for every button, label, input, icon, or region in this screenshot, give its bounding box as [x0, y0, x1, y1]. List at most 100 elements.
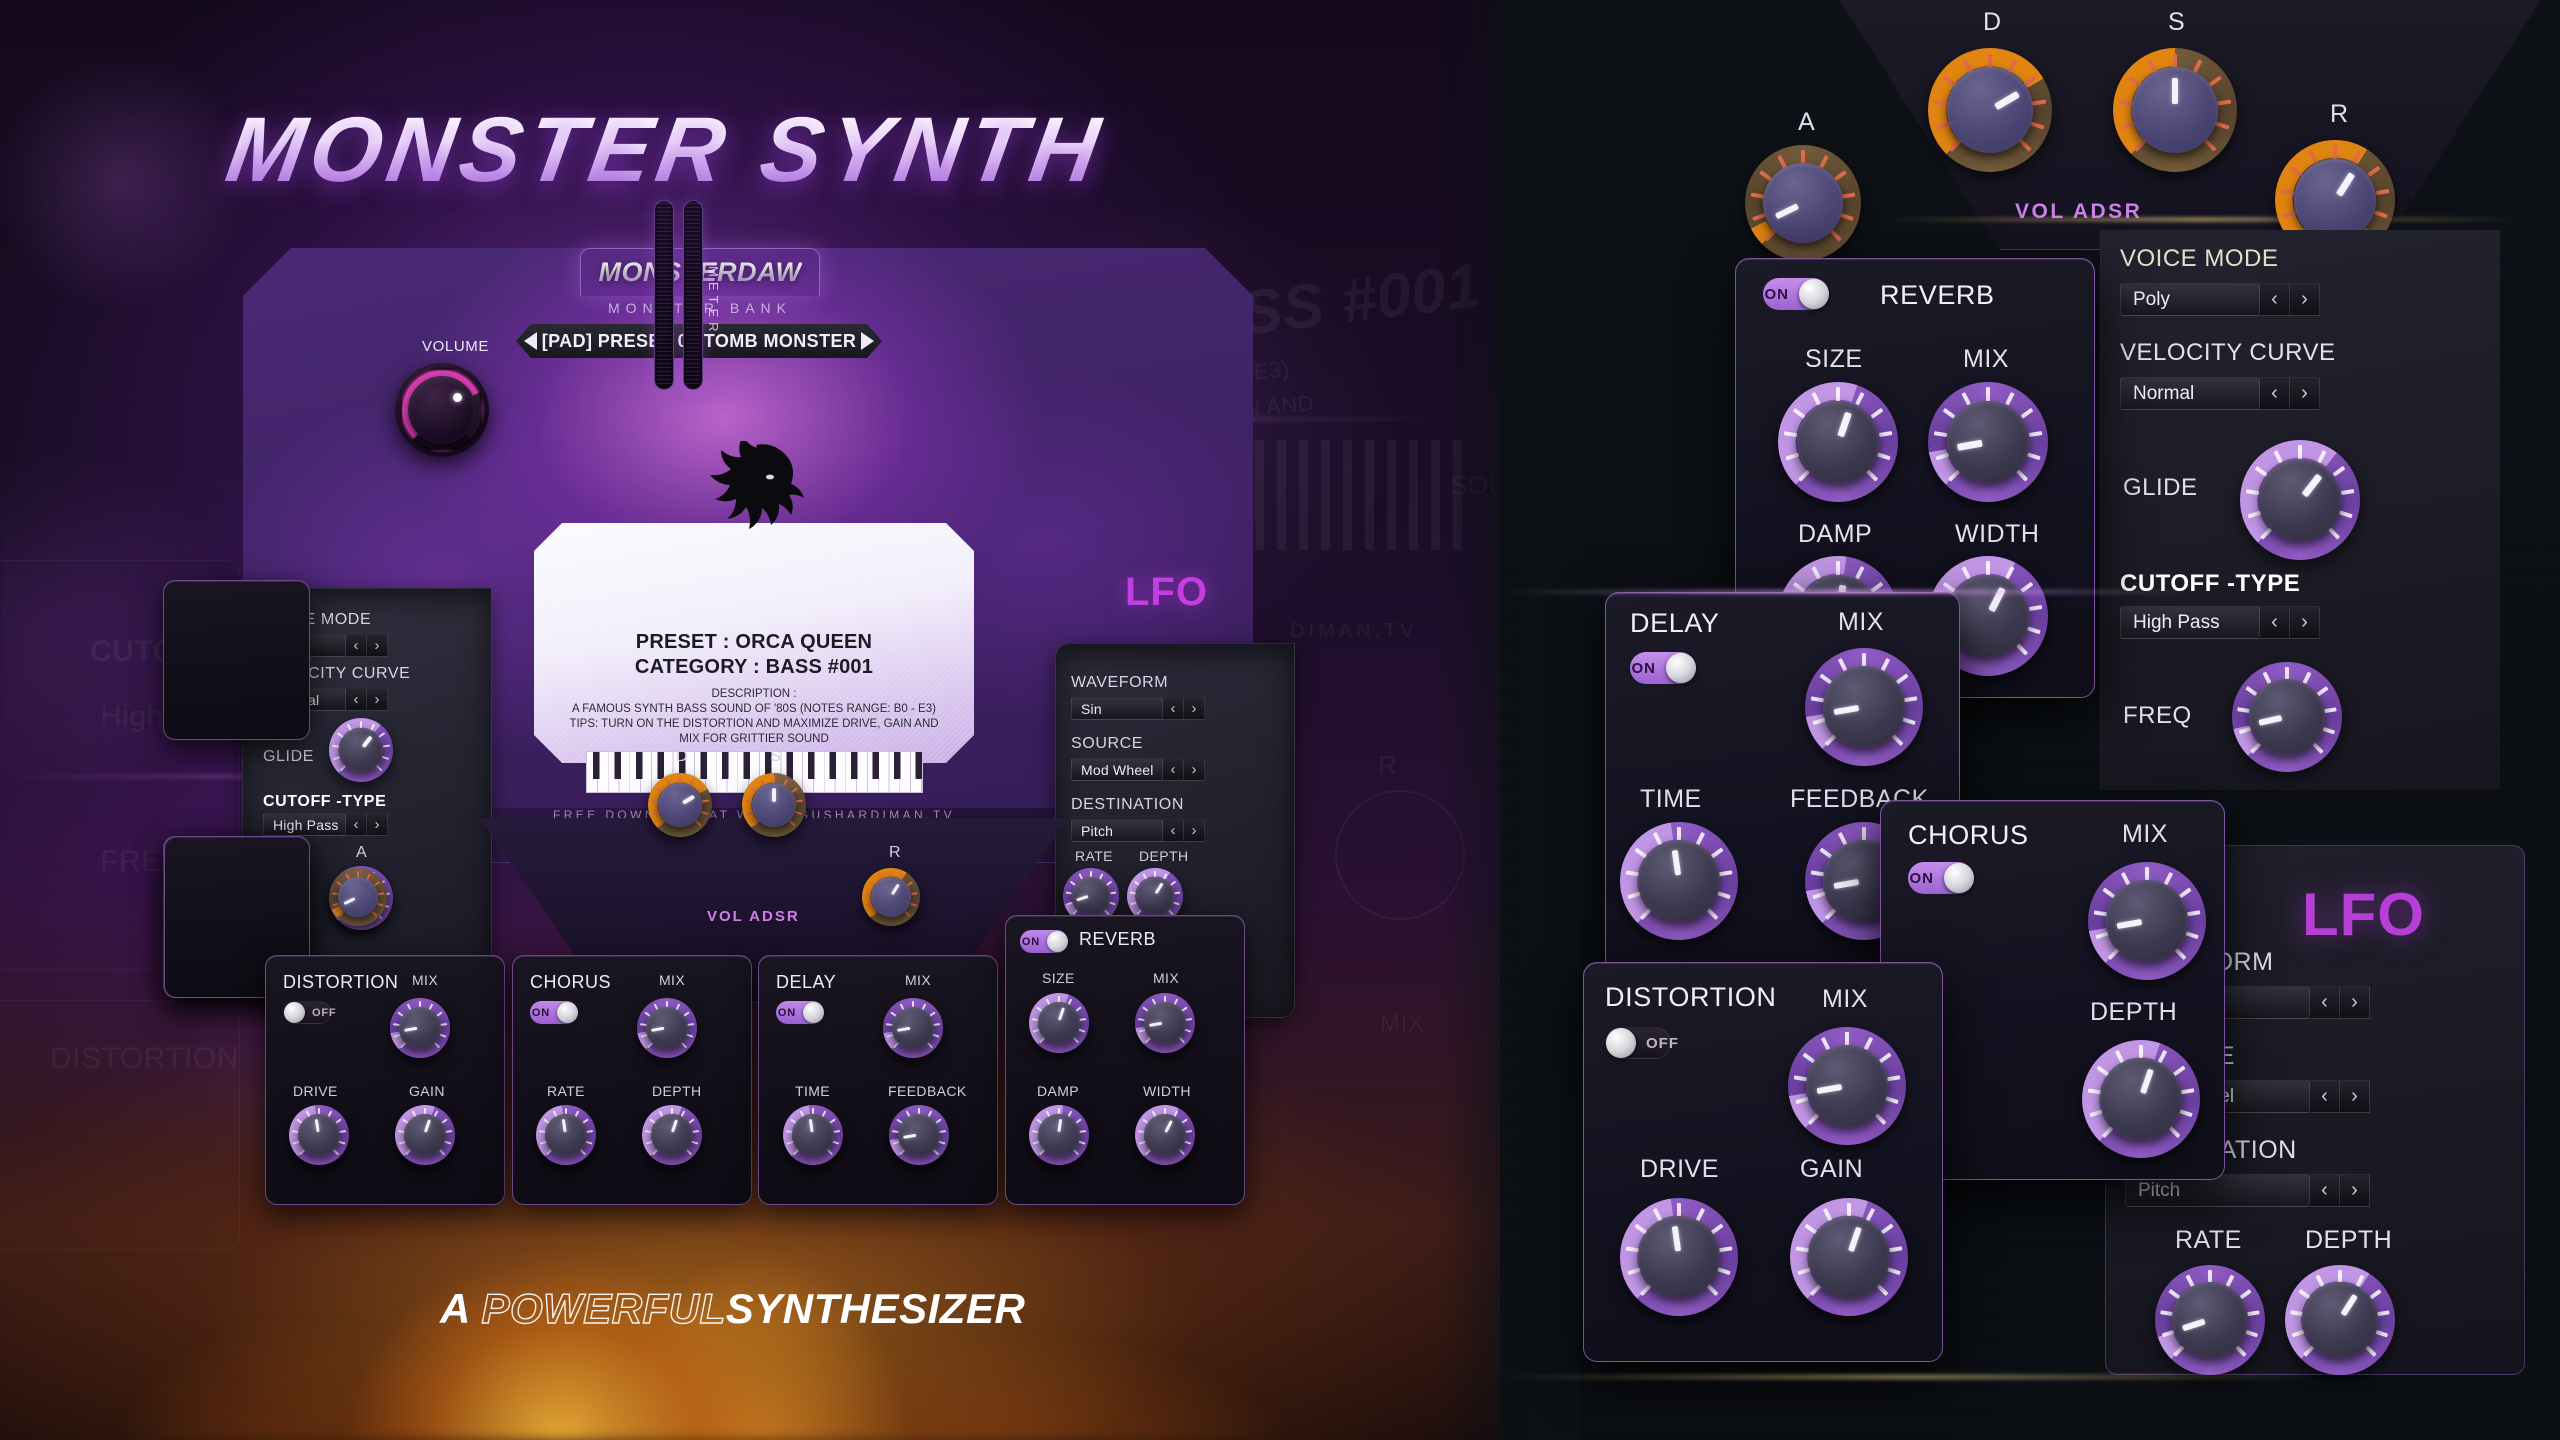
right-delay-time-knob[interactable]: [1620, 822, 1738, 940]
card-description-line-3: MIX FOR GRITTIER SOUND: [679, 733, 829, 745]
right-reverb-mix-knob[interactable]: [1928, 382, 2048, 502]
adsr-release-knob[interactable]: [862, 868, 920, 926]
knob-tick: [1109, 891, 1117, 894]
lfo-source-select[interactable]: Mod Wheel ‹ ›: [1071, 758, 1205, 781]
right-lfo-source-prev-icon[interactable]: ‹: [2310, 1080, 2340, 1113]
lfo-waveform-prev-icon[interactable]: ‹: [1163, 697, 1184, 720]
reverb-mix-knob[interactable]: [1135, 993, 1195, 1053]
glide-knob[interactable]: [329, 718, 393, 782]
chorus-depth-label: DEPTH: [652, 1083, 702, 1099]
volume-knob[interactable]: [395, 363, 489, 457]
reverb-toggle[interactable]: ON: [1020, 930, 1068, 953]
right-voice-mode-next-icon[interactable]: ›: [2290, 283, 2320, 316]
knob-pointer: [772, 788, 776, 802]
right-delay-toggle[interactable]: ON: [1630, 652, 1696, 684]
right-lfo-waveform-next-icon[interactable]: ›: [2340, 986, 2370, 1019]
right-velocity-curve-prev-icon[interactable]: ‹: [2260, 377, 2290, 410]
adsr-sustain-knob[interactable]: [742, 773, 806, 837]
right-lfo-waveform-prev-icon[interactable]: ‹: [2310, 986, 2340, 1019]
right-lfo-destination-next-icon[interactable]: ›: [2340, 1174, 2370, 1207]
right-chorus-state-label: ON: [1909, 869, 1934, 887]
distortion-panel: [163, 580, 310, 740]
right-adsr-decay-knob[interactable]: [1928, 48, 2052, 172]
right-adsr-sustain-knob[interactable]: [2113, 48, 2237, 172]
cutoff-type-select[interactable]: High Pass ‹ ›: [263, 813, 388, 836]
right-delay-mix-knob[interactable]: [1805, 648, 1923, 766]
right-distortion-drive-knob[interactable]: [1620, 1198, 1738, 1316]
cutoff-type-prev-icon[interactable]: ‹: [346, 813, 367, 836]
card-category-line: CATEGORY : BASS #001: [634, 656, 874, 678]
cutoff-type-next-icon[interactable]: ›: [367, 813, 388, 836]
chorus-toggle[interactable]: ON: [530, 1001, 578, 1024]
right-lfo-depth-knob[interactable]: [2285, 1265, 2395, 1375]
right-cutoff-type-next-icon[interactable]: ›: [2290, 606, 2320, 639]
chorus-mix-knob[interactable]: [637, 998, 697, 1058]
preset-prev-icon[interactable]: [524, 332, 537, 350]
right-freq-label: FREQ: [2123, 702, 2192, 729]
knob-tick: [811, 1107, 815, 1115]
knob-body: [1823, 666, 1905, 748]
right-velocity-curve-next-icon[interactable]: ›: [2290, 377, 2320, 410]
adsr-decay-knob[interactable]: [648, 773, 712, 837]
knob-body: [2172, 1282, 2248, 1358]
voice-mode-prev-icon[interactable]: ‹: [346, 634, 367, 657]
adsr-r-label: R: [889, 844, 901, 861]
delay-toggle[interactable]: ON: [776, 1001, 824, 1024]
knob-tick: [1090, 870, 1092, 877]
reverb-damp-knob[interactable]: [1029, 1105, 1089, 1165]
right-reverb-damp-label: DAMP: [1798, 520, 1873, 548]
right-chorus-toggle[interactable]: ON: [1908, 862, 1974, 894]
right-chorus-mix-knob[interactable]: [2088, 862, 2206, 980]
right-distortion-mix-knob[interactable]: [1788, 1027, 1906, 1145]
reverb-width-knob[interactable]: [1135, 1105, 1195, 1165]
right-cutoff-type-select[interactable]: High Pass ‹ ›: [2120, 606, 2320, 639]
right-distortion-gain-knob[interactable]: [1790, 1198, 1908, 1316]
right-glide-knob[interactable]: [2240, 440, 2360, 560]
right-lfo-source-next-icon[interactable]: ›: [2340, 1080, 2370, 1113]
lfo-source-prev-icon[interactable]: ‹: [1163, 758, 1184, 781]
lfo-destination-select[interactable]: Pitch ‹ ›: [1071, 819, 1205, 842]
adsr-attack-knob[interactable]: [329, 868, 387, 926]
knob-body: [2293, 158, 2377, 242]
right-lfo-destination-prev-icon[interactable]: ‹: [2310, 1174, 2340, 1207]
delay-feedback-knob[interactable]: [889, 1105, 949, 1165]
cutoff-type-value: High Pass: [263, 813, 346, 836]
right-lfo-rate-knob[interactable]: [2155, 1265, 2265, 1375]
reverb-size-knob[interactable]: [1029, 993, 1089, 1053]
right-chorus-depth-knob[interactable]: [2082, 1040, 2200, 1158]
lfo-waveform-next-icon[interactable]: ›: [1184, 697, 1205, 720]
right-distortion-toggle[interactable]: OFF: [1605, 1027, 1678, 1059]
right-cutoff-type-prev-icon[interactable]: ‹: [2260, 606, 2290, 639]
right-reverb-size-knob[interactable]: [1778, 382, 1898, 502]
chorus-depth-knob[interactable]: [642, 1105, 702, 1165]
right-reverb-toggle[interactable]: ON: [1763, 278, 1829, 310]
preset-next-icon[interactable]: [861, 332, 874, 350]
lfo-destination-next-icon[interactable]: ›: [1184, 819, 1205, 842]
reverb-mix-label: MIX: [1153, 970, 1180, 986]
knob-tick: [911, 1000, 915, 1008]
delay-time-knob[interactable]: [783, 1105, 843, 1165]
velocity-curve-next-icon[interactable]: ›: [367, 688, 388, 711]
voice-mode-next-icon[interactable]: ›: [367, 634, 388, 657]
lfo-destination-prev-icon[interactable]: ‹: [1163, 819, 1184, 842]
delay-mix-knob[interactable]: [883, 998, 943, 1058]
distortion-mix-knob[interactable]: [390, 998, 450, 1058]
chorus-rate-knob[interactable]: [536, 1105, 596, 1165]
right-velocity-curve-select[interactable]: Normal ‹ ›: [2120, 377, 2320, 410]
knob-body: [2302, 1282, 2378, 1358]
lfo-source-next-icon[interactable]: ›: [1184, 758, 1205, 781]
right-adsr-r-label: R: [2330, 100, 2349, 128]
distortion-title: DISTORTION: [283, 972, 399, 992]
right-freq-knob[interactable]: [2232, 662, 2342, 772]
right-voice-mode-select[interactable]: Poly ‹ ›: [2120, 283, 2320, 316]
distortion-toggle[interactable]: OFF: [283, 1001, 336, 1024]
vol-adsr-label: VOL ADSR: [707, 908, 800, 925]
collage-edge-fade: [1440, 0, 1580, 1440]
right-adsr-attack-knob[interactable]: [1745, 145, 1861, 261]
knob-tick: [1861, 827, 1867, 841]
right-voice-mode-prev-icon[interactable]: ‹: [2260, 283, 2290, 316]
distortion-drive-knob[interactable]: [289, 1105, 349, 1165]
distortion-gain-knob[interactable]: [395, 1105, 455, 1165]
lfo-waveform-select[interactable]: Sin ‹ ›: [1071, 697, 1205, 720]
velocity-curve-prev-icon[interactable]: ‹: [346, 688, 367, 711]
